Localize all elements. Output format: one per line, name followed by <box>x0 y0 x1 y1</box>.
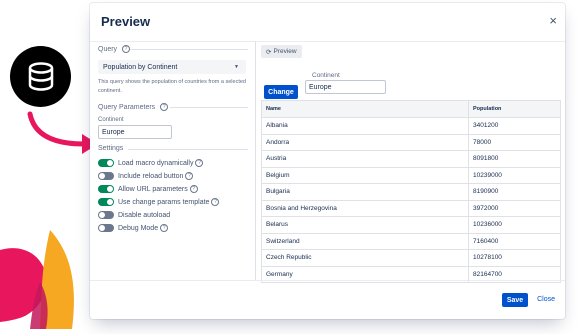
close-button[interactable]: Close <box>537 296 555 303</box>
cell-population: 10278100 <box>468 249 561 267</box>
cell-population: 7160400 <box>468 232 561 250</box>
cell-population: 8190900 <box>468 183 561 201</box>
change-button[interactable]: Change <box>264 85 298 99</box>
query-legend: Query? <box>98 45 248 53</box>
cell-population: 10236000 <box>468 216 561 234</box>
cell-name: Belarus <box>261 216 469 234</box>
cell-name: Switzerland <box>261 232 469 250</box>
settings-legend: Settings <box>98 145 248 152</box>
chevron-down-icon: ▼ <box>234 64 239 70</box>
table-row: Belgium 10239000 <box>261 166 561 184</box>
continent-param-label: Continent <box>98 117 124 123</box>
database-icon <box>10 46 71 107</box>
cell-name: Austria <box>261 150 469 168</box>
close-icon[interactable]: × <box>549 13 557 28</box>
cell-population: 78000 <box>468 133 561 151</box>
settings-panel: Query? Population by Continent ▼ This qu… <box>90 41 256 281</box>
help-icon[interactable]: ? <box>195 159 204 167</box>
toggle-switch[interactable] <box>98 211 114 219</box>
toggle-switch[interactable] <box>98 185 114 193</box>
toggle-switch[interactable] <box>98 172 114 180</box>
table-row: Bosnia and Herzegovina 3972000 <box>261 199 561 217</box>
dialog-footer: Save Close <box>90 280 565 319</box>
table-row: Belarus 10236000 <box>261 216 561 234</box>
help-icon[interactable]: ? <box>160 103 169 111</box>
column-header-population[interactable]: Population <box>468 100 561 118</box>
save-button[interactable]: Save <box>502 293 528 307</box>
cell-population: 8091800 <box>468 150 561 168</box>
help-icon[interactable]: ? <box>160 224 169 232</box>
refresh-icon: ⟳ <box>266 48 272 56</box>
query-description: This query shows the population of count… <box>98 79 246 94</box>
dialog-title: Preview <box>101 14 151 29</box>
toggle-debug-mode[interactable]: Debug Mode? <box>98 224 169 232</box>
toggle-use-change-params-template[interactable]: Use change params template? <box>98 198 220 206</box>
query-parameters-legend: Query Parameters? <box>98 103 248 111</box>
cell-name: Czech Republic <box>261 249 469 267</box>
logo-petals-icon <box>0 222 80 334</box>
table-row: Bulgaria 8190900 <box>261 183 561 201</box>
query-select[interactable]: Population by Continent ▼ <box>98 60 246 74</box>
table-row: Czech Republic 10278100 <box>261 249 561 267</box>
preview-dialog: Preview × Query? Population by Continent… <box>90 3 565 319</box>
table-row: Austria 8091800 <box>261 150 561 168</box>
toggle-allow-url-parameters[interactable]: Allow URL parameters? <box>98 185 198 193</box>
cell-population: 3401200 <box>468 117 561 135</box>
cell-name: Andorra <box>261 133 469 151</box>
help-icon[interactable]: ? <box>189 185 198 193</box>
continent-label: Continent <box>312 72 340 79</box>
toggle-switch[interactable] <box>98 159 114 167</box>
preview-panel: ⟳ Preview Continent Change Europe Name P… <box>256 41 565 283</box>
column-header-name[interactable]: Name <box>261 100 469 118</box>
toggle-disable-autoload[interactable]: Disable autoload <box>98 211 170 219</box>
toggle-load-macro-dynamically[interactable]: Load macro dynamically? <box>98 159 204 167</box>
tab-preview[interactable]: ⟳ Preview <box>261 45 302 58</box>
cell-population: 3972000 <box>468 199 561 217</box>
toggle-switch[interactable] <box>98 198 114 206</box>
help-icon[interactable]: ? <box>185 172 194 180</box>
results-table: Name Population Albania 3401200 Andorra 78… <box>261 100 561 283</box>
toggle-switch[interactable] <box>98 224 114 232</box>
dialog-header: Preview × <box>90 3 565 42</box>
cell-name: Belgium <box>261 166 469 184</box>
help-icon[interactable]: ? <box>122 45 131 53</box>
help-icon[interactable]: ? <box>211 198 220 206</box>
table-header-row: Name Population <box>261 100 561 118</box>
cell-population: 10239000 <box>468 166 561 184</box>
cell-name: Albania <box>261 117 469 135</box>
cell-name: Bosnia and Herzegovina <box>261 199 469 217</box>
cell-name: Bulgaria <box>261 183 469 201</box>
continent-param-input[interactable]: Europe <box>98 125 172 139</box>
table-row: Andorra 78000 <box>261 133 561 151</box>
table-row: Albania 3401200 <box>261 117 561 135</box>
toggle-include-reload-button[interactable]: Include reload button? <box>98 172 194 180</box>
continent-input[interactable]: Europe <box>305 80 386 94</box>
table-row: Switzerland 7160400 <box>261 232 561 250</box>
